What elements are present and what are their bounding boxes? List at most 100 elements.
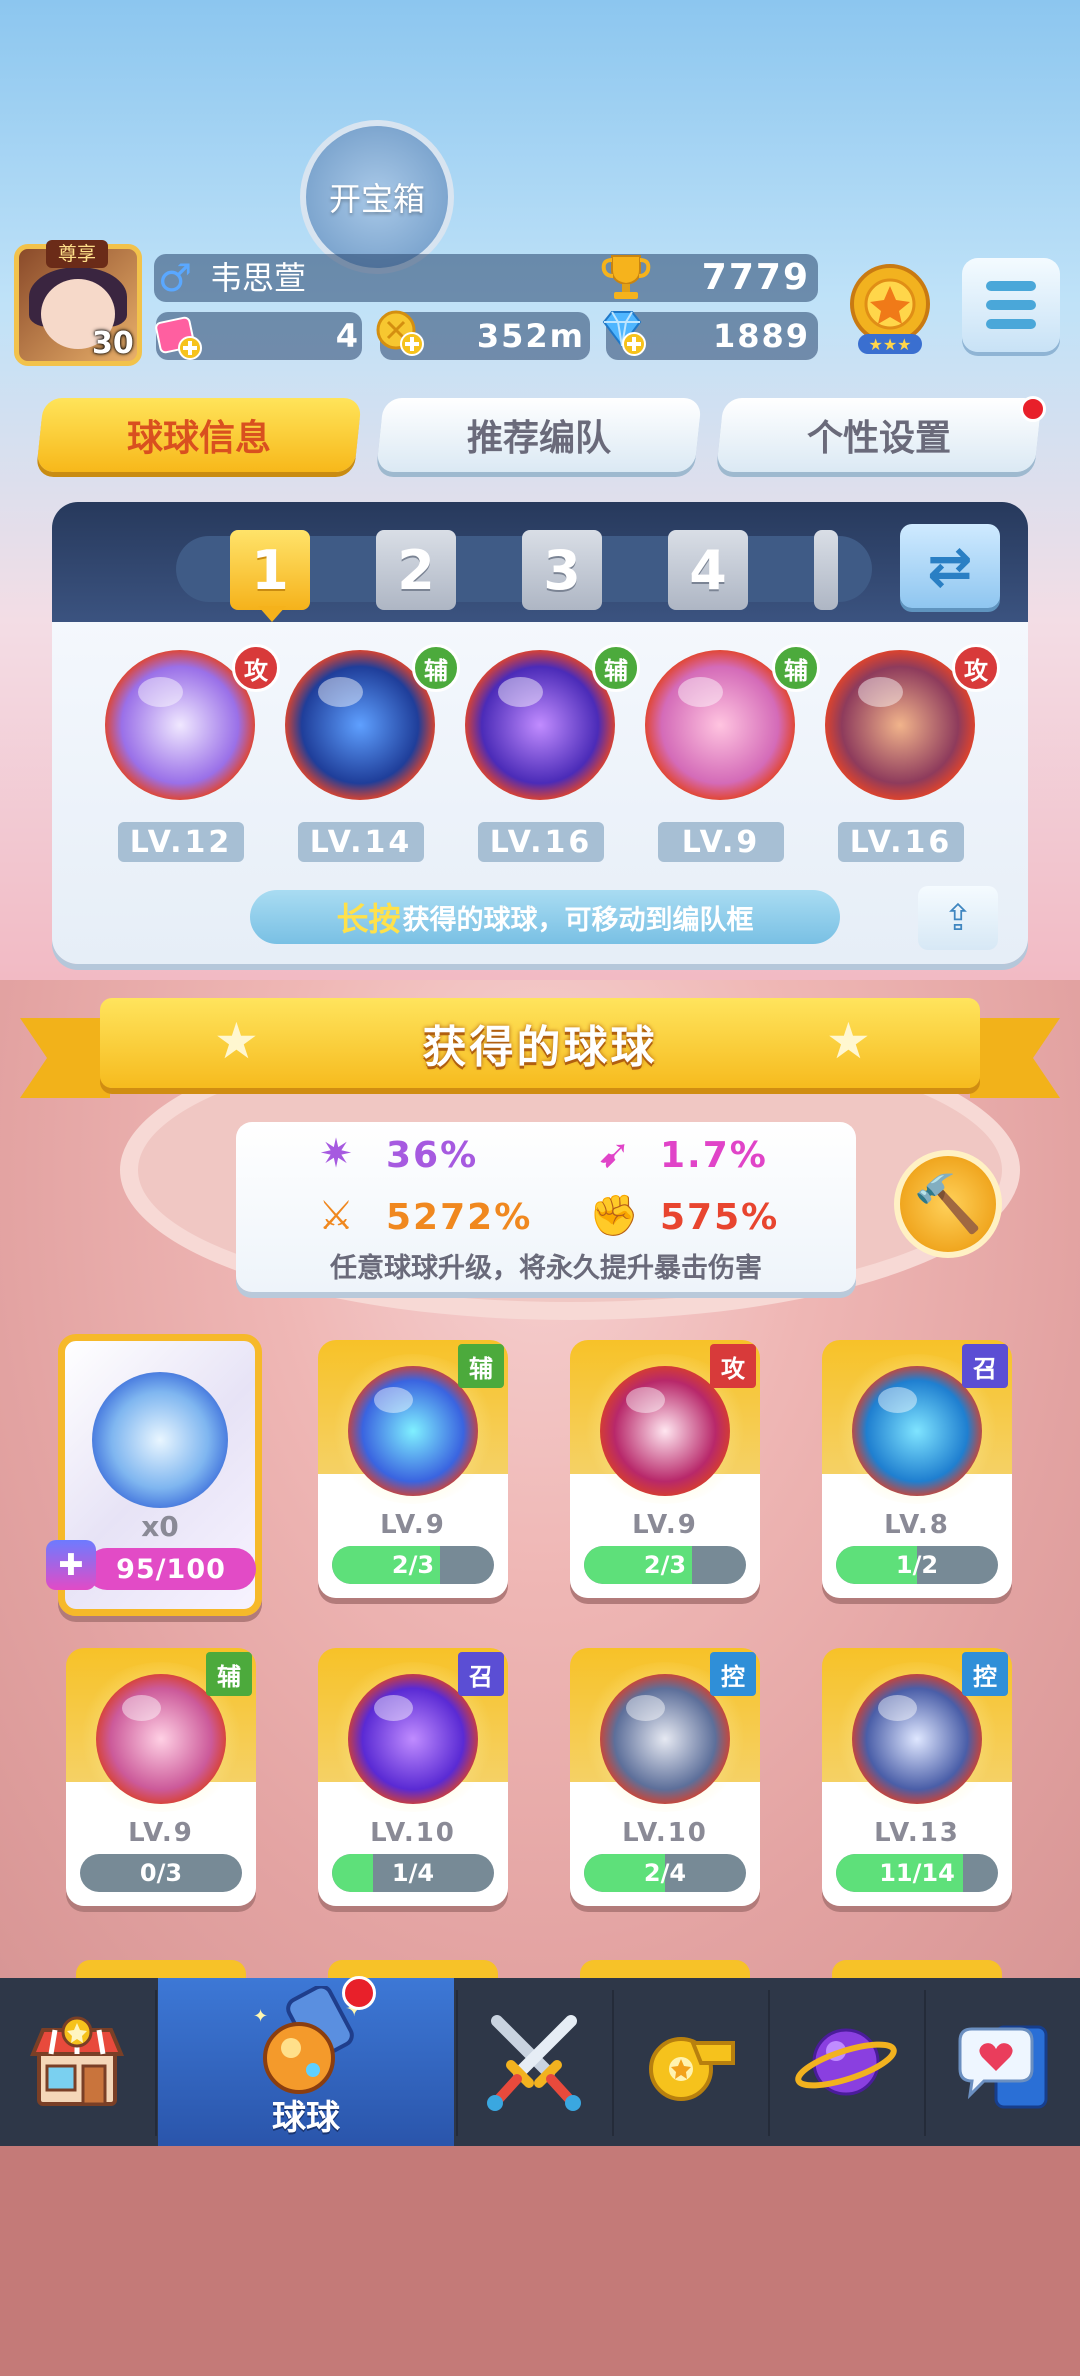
lineup-ball-level: LV.12 — [118, 822, 244, 862]
card-progress-text: 2/3 — [643, 1551, 687, 1579]
open-chest-label: 开宝箱 — [328, 180, 425, 218]
footer-background — [0, 2146, 1080, 2376]
share-button[interactable]: ⇪ — [918, 886, 998, 950]
open-chest-button[interactable]: 开宝箱 — [300, 120, 454, 274]
role-tag-attack: 攻 — [232, 644, 280, 692]
card-progress-text: 0/3 — [139, 1859, 183, 1887]
gem-icon — [602, 311, 646, 356]
tab-personal-settings-label: 个性设置 — [806, 418, 951, 459]
card-progress-text: 1/2 — [895, 1551, 939, 1579]
nav-shop[interactable] — [0, 1978, 154, 2146]
card-level: LV.9 — [632, 1510, 698, 1540]
coin-icon — [376, 310, 424, 356]
role-tag-support: 辅 — [458, 1344, 504, 1388]
lineup-ball-level: LV.16 — [838, 822, 964, 862]
notification-dot — [342, 1976, 376, 2010]
nav-balls-label: 球球 — [272, 2097, 340, 2138]
tab-recommended-team[interactable]: 推荐编队 — [376, 398, 702, 472]
card-progress-text: 11/14 — [879, 1859, 955, 1887]
role-tag-support: 辅 — [592, 644, 640, 692]
card-progress-text: 2/4 — [643, 1859, 687, 1887]
nav-planet[interactable] — [770, 1978, 922, 2146]
rank-badge-icon[interactable]: ★★★ — [840, 258, 940, 358]
ball-card[interactable]: 辅 LV.9 2/3 — [318, 1340, 508, 1598]
crossed-swords-icon — [487, 2015, 581, 2111]
player-name: 韦思萱 — [210, 259, 307, 297]
trophy-icon — [601, 255, 651, 299]
ball-card[interactable]: 控 LV.13 11/14 — [822, 1648, 1012, 1906]
svg-text:✦: ✦ — [253, 2006, 268, 2027]
stats-note: 任意球球升级，将永久提升暴击伤害 — [330, 1253, 762, 1284]
ball-card[interactable]: 召 LV.10 1/4 — [318, 1648, 508, 1906]
card-progress-text: 1/4 — [391, 1859, 435, 1887]
ticket-icon — [155, 316, 202, 360]
menu-button[interactable] — [962, 258, 1060, 352]
lineup-slot-2[interactable]: 2 — [376, 530, 456, 610]
lineup-slot-1[interactable]: 1 — [230, 530, 310, 610]
hint-emphasis: 长按 — [336, 900, 401, 938]
crit-damage-icon: ⚔ — [318, 1193, 354, 1239]
role-tag-control: 控 — [710, 1652, 756, 1696]
special-ball-count: x0 — [141, 1510, 179, 1543]
puzzle-piece-icon: ✚ — [46, 1540, 96, 1590]
ball-card[interactable]: 控 LV.10 2/4 — [570, 1648, 760, 1906]
card-level: LV.8 — [884, 1510, 950, 1540]
whistle-icon — [649, 2037, 735, 2101]
chat-heart-icon — [958, 2025, 1048, 2109]
menu-line-icon — [986, 300, 1036, 310]
swap-lineup-button[interactable]: ⇄ — [900, 524, 1000, 608]
tab-ball-info-label: 球球信息 — [126, 418, 271, 459]
upgrade-hammer-button[interactable]: 🔨 — [894, 1150, 1002, 1258]
card-level: LV.13 — [874, 1818, 960, 1848]
svg-text:★★★: ★★★ — [868, 335, 911, 354]
coin-count: 352m — [476, 317, 585, 355]
role-tag-support: 辅 — [412, 644, 460, 692]
card-level: LV.10 — [622, 1818, 708, 1848]
notification-dot — [1020, 396, 1046, 422]
nav-separator — [155, 1990, 157, 2136]
lineup-ball-level: LV.16 — [478, 822, 604, 862]
role-tag-support: 辅 — [206, 1652, 252, 1696]
card-progress-bar: 0/3 — [80, 1854, 242, 1892]
star-icon: ★ — [826, 1012, 871, 1070]
lineup-slot-partial[interactable] — [814, 530, 838, 610]
nav-social[interactable] — [926, 1978, 1080, 2146]
card-progress-text: 2/3 — [391, 1551, 435, 1579]
lineup-slot-4[interactable]: 4 — [668, 530, 748, 610]
ball-card[interactable]: 攻 LV.9 2/3 — [570, 1340, 760, 1598]
card-progress-bar: 2/4 — [584, 1854, 746, 1892]
card-progress-bar: 11/14 — [836, 1854, 998, 1892]
card-progress-bar: 1/2 — [836, 1546, 998, 1584]
ball-card[interactable]: 辅 LV.9 0/3 — [66, 1648, 256, 1906]
tab-ball-info[interactable]: 球球信息 — [36, 398, 362, 472]
nav-whistle[interactable] — [614, 1978, 766, 2146]
special-ball-progress: 95/100 — [86, 1548, 256, 1590]
lineup-ball-level: LV.14 — [298, 822, 424, 862]
ball-card[interactable]: 召 LV.8 1/2 — [822, 1340, 1012, 1598]
card-level: LV.9 — [380, 1510, 446, 1540]
fist-icon: ✊ — [589, 1193, 639, 1239]
tab-personal-settings[interactable]: 个性设置 — [716, 398, 1042, 472]
nav-balls[interactable]: ✦ ✦ 球球 — [158, 1978, 454, 2146]
menu-line-icon — [986, 319, 1036, 329]
tab-recommended-team-label: 推荐编队 — [466, 418, 611, 459]
active-slot-pointer — [258, 606, 286, 622]
male-icon: ♂ — [158, 256, 193, 300]
nav-battle[interactable] — [458, 1978, 610, 2146]
shop-icon — [30, 2016, 124, 2106]
card-progress-bar: 2/3 — [332, 1546, 494, 1584]
menu-line-icon — [986, 281, 1036, 291]
crit-damage-value: 5272% — [386, 1197, 533, 1238]
role-tag-attack: 攻 — [952, 644, 1000, 692]
card-progress-bar: 1/4 — [332, 1854, 494, 1892]
role-tag-attack: 攻 — [710, 1344, 756, 1388]
lineup-slot-3[interactable]: 3 — [522, 530, 602, 610]
attack-speed-icon: ➹ — [597, 1131, 631, 1177]
collection-title: 获得的球球 — [422, 1022, 658, 1073]
role-tag-support: 辅 — [772, 644, 820, 692]
role-tag-summon: 召 — [458, 1652, 504, 1696]
crit-rate-value: 36% — [386, 1135, 479, 1176]
role-tag-summon: 召 — [962, 1344, 1008, 1388]
ticket-count: 4 — [335, 317, 360, 355]
role-tag-control: 控 — [962, 1652, 1008, 1696]
